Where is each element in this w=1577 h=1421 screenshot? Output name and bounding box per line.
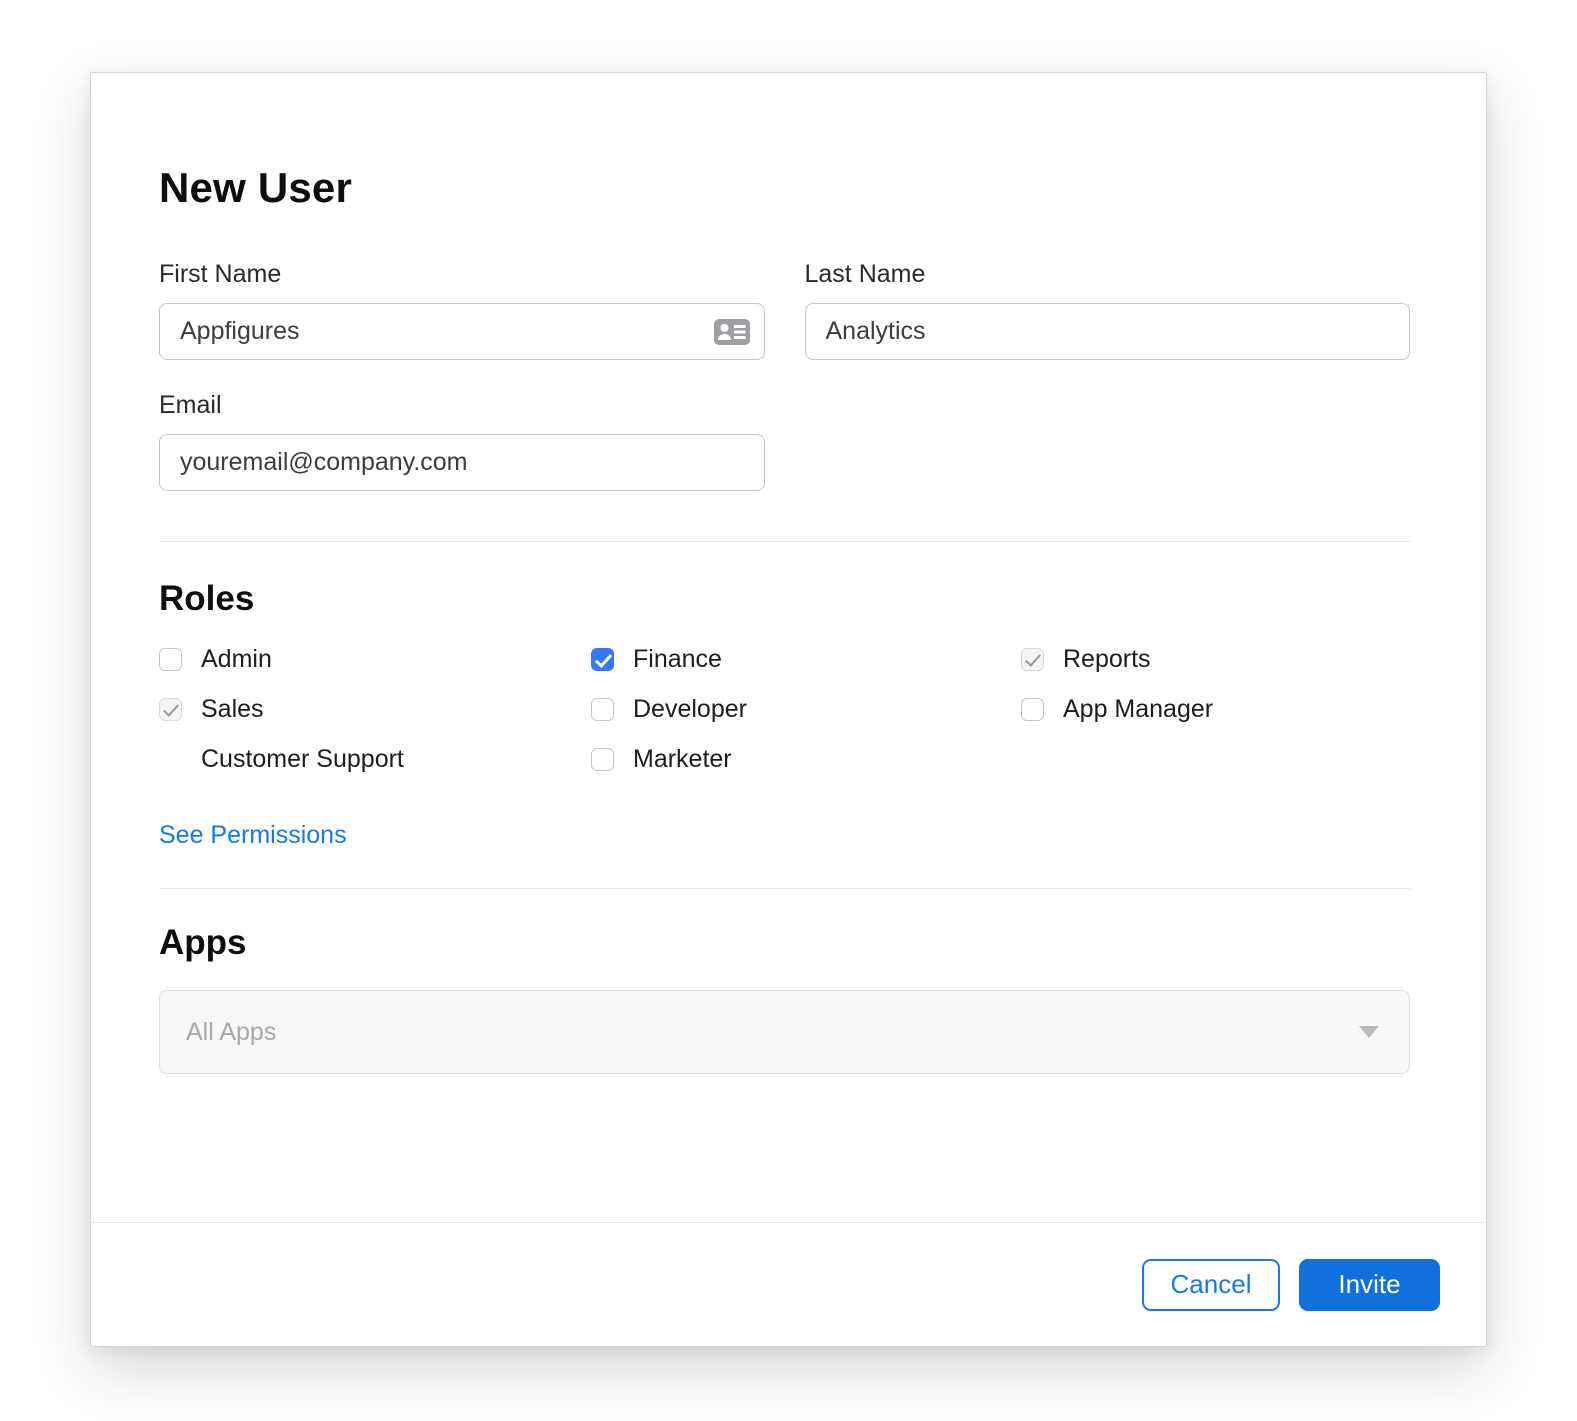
sales-label: Sales <box>201 694 264 723</box>
roles-grid: Admin Finance Reports Sales Developer Ap… <box>159 634 1410 784</box>
email-field: Email <box>159 390 765 491</box>
developer-checkbox[interactable] <box>591 697 614 721</box>
role-customer-support: Customer Support <box>159 745 591 774</box>
sales-checkbox <box>159 697 182 721</box>
role-finance[interactable]: Finance <box>591 645 1021 674</box>
apps-heading: Apps <box>159 923 247 962</box>
role-marketer[interactable]: Marketer <box>591 745 1021 774</box>
divider-roles <box>159 541 1410 542</box>
contact-card-icon[interactable] <box>713 318 750 345</box>
divider-apps <box>159 888 1410 889</box>
marketer-label: Marketer <box>633 744 732 773</box>
finance-label: Finance <box>633 644 722 673</box>
admin-label: Admin <box>201 644 272 673</box>
first-name-input-wrap <box>159 303 765 360</box>
role-developer[interactable]: Developer <box>591 695 1021 724</box>
last-name-input[interactable] <box>804 303 1410 360</box>
email-input[interactable] <box>159 434 765 491</box>
see-permissions-link[interactable]: See Permissions <box>159 821 347 849</box>
reports-label: Reports <box>1063 644 1151 673</box>
see-permissions-row: See Permissions <box>159 820 1410 850</box>
last-name-label: Last Name <box>804 260 926 288</box>
admin-checkbox[interactable] <box>159 647 182 671</box>
role-reports: Reports <box>1021 645 1410 674</box>
email-label: Email <box>159 391 222 419</box>
marketer-checkbox[interactable] <box>591 747 614 771</box>
role-admin[interactable]: Admin <box>159 645 591 674</box>
role-app-manager[interactable]: App Manager <box>1021 695 1410 724</box>
customer-support-label: Customer Support <box>201 744 404 773</box>
apps-select-value: All Apps <box>186 1017 277 1046</box>
app-manager-checkbox[interactable] <box>1021 697 1044 721</box>
first-name-field: First Name <box>159 259 765 360</box>
cancel-button[interactable]: Cancel <box>1142 1258 1280 1311</box>
new-user-dialog: New User First Name Last Nam <box>90 72 1487 1347</box>
first-name-input[interactable] <box>159 303 765 360</box>
name-fields-row: First Name Last Name <box>159 259 1410 360</box>
first-name-label: First Name <box>159 260 282 288</box>
email-input-wrap <box>159 434 765 491</box>
dialog-footer: Cancel Invite <box>91 1222 1486 1346</box>
apps-select[interactable]: All Apps <box>159 990 1410 1074</box>
developer-label: Developer <box>633 694 747 723</box>
reports-checkbox <box>1021 647 1044 671</box>
last-name-input-wrap <box>804 303 1410 360</box>
invite-button[interactable]: Invite <box>1299 1258 1440 1311</box>
roles-heading: Roles <box>159 579 255 618</box>
dialog-title: New User <box>159 164 353 211</box>
last-name-field: Last Name <box>804 259 1410 360</box>
app-manager-label: App Manager <box>1063 694 1214 723</box>
finance-checkbox[interactable] <box>591 647 614 671</box>
role-sales: Sales <box>159 695 591 724</box>
chevron-down-icon <box>1359 1026 1379 1038</box>
